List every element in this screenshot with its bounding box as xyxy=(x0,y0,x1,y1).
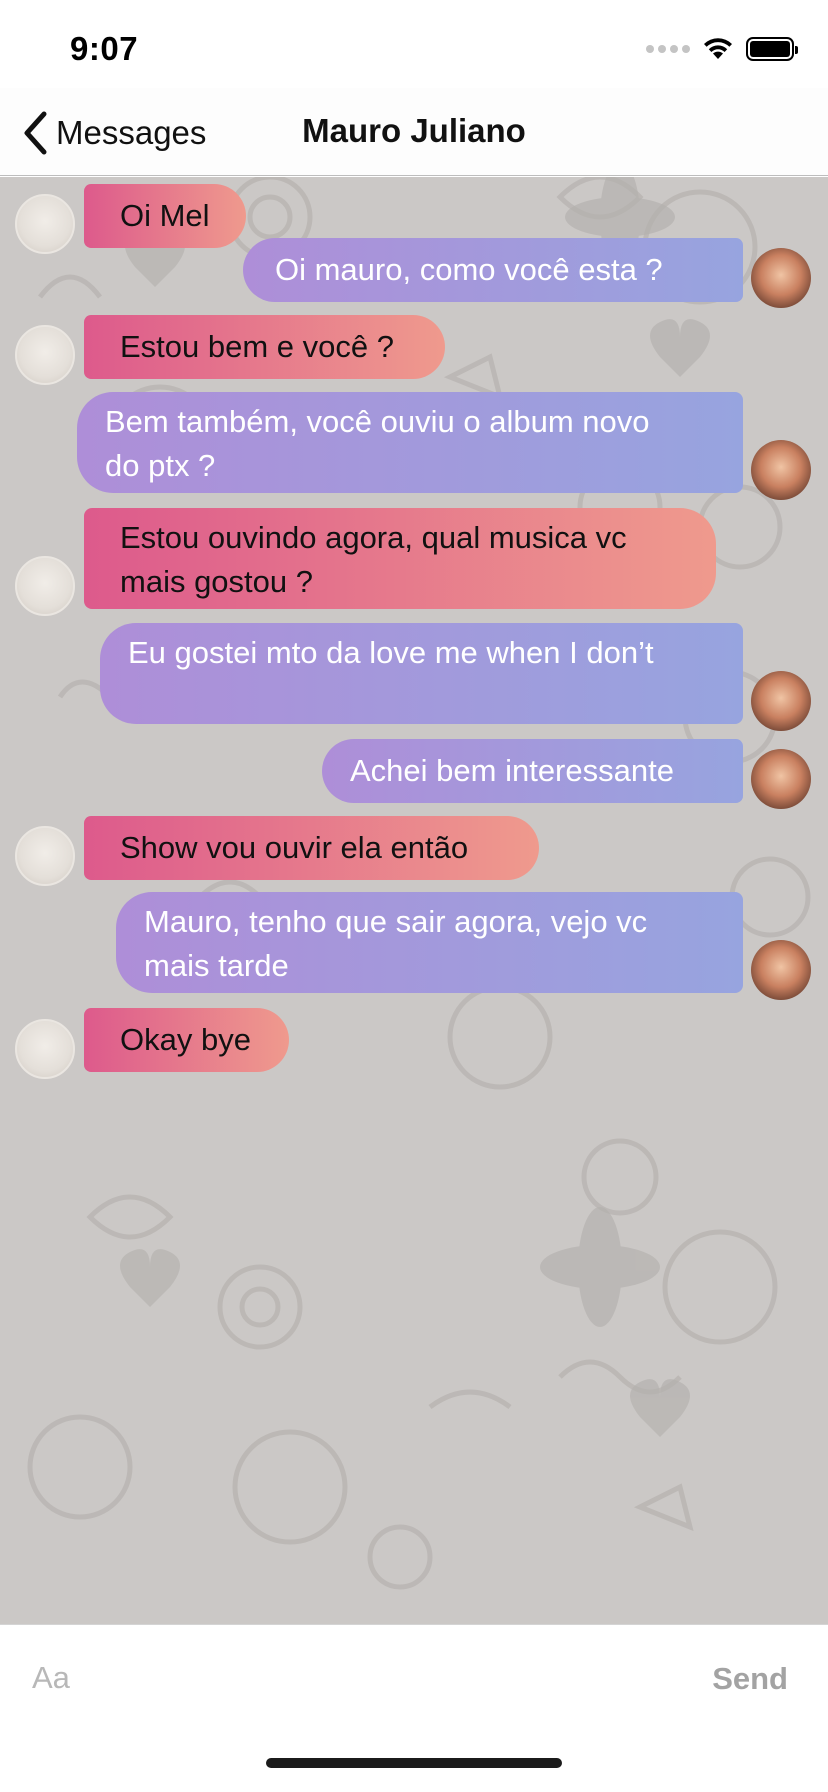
incoming-message[interactable]: Show vou ouvir ela então xyxy=(84,816,539,880)
message-text: mais tarde xyxy=(144,948,289,983)
message-input[interactable] xyxy=(32,1655,632,1701)
wifi-icon xyxy=(704,38,732,59)
message-text: Eu gostei mto da love me when I don’t xyxy=(128,635,654,670)
cellular-signal-icon xyxy=(646,45,690,53)
incoming-message[interactable]: Estou bem e você ? xyxy=(84,315,445,379)
status-bar: 9:07 xyxy=(0,0,828,88)
message-text: Show vou ouvir ela então xyxy=(120,830,469,865)
avatar xyxy=(751,749,811,809)
message-text: Oi mauro, como você esta ? xyxy=(275,252,663,287)
message-text: Okay bye xyxy=(120,1022,251,1057)
avatar xyxy=(751,440,811,500)
avatar xyxy=(15,325,75,385)
avatar xyxy=(15,556,75,616)
avatar xyxy=(15,826,75,886)
avatar xyxy=(15,1019,75,1079)
back-button[interactable]: Messages xyxy=(22,110,206,156)
outgoing-message[interactable]: Eu gostei mto da love me when I don’t xyxy=(100,623,743,724)
status-icons xyxy=(646,36,798,62)
message-text: Estou ouvindo agora, qual musica vc xyxy=(120,520,627,555)
avatar xyxy=(751,671,811,731)
home-indicator[interactable] xyxy=(266,1758,562,1768)
navigation-bar: Mauro Juliano Messages xyxy=(0,88,828,176)
chat-area[interactable]: Oi Mel Oi mauro, como você esta ? Estou … xyxy=(0,177,828,1624)
message-text: Achei bem interessante xyxy=(350,753,674,788)
send-button[interactable]: Send xyxy=(712,1661,788,1697)
avatar xyxy=(15,194,75,254)
message-text: Estou bem e você ? xyxy=(120,329,394,364)
back-button-label: Messages xyxy=(56,114,207,151)
incoming-message[interactable]: Okay bye xyxy=(84,1008,289,1072)
message-text: mais gostou ? xyxy=(120,564,313,599)
incoming-message[interactable]: Estou ouvindo agora, qual musica vc mais… xyxy=(84,508,716,609)
message-input-bar: Send xyxy=(0,1624,828,1792)
message-text: Mauro, tenho que sair agora, vejo vc xyxy=(144,904,648,939)
outgoing-message[interactable]: Achei bem interessante xyxy=(322,739,743,803)
outgoing-message[interactable]: Mauro, tenho que sair agora, vejo vc mai… xyxy=(116,892,743,993)
message-text: Bem também, você ouviu o album novo xyxy=(105,404,650,439)
incoming-message[interactable]: Oi Mel xyxy=(84,184,246,248)
outgoing-message[interactable]: Oi mauro, como você esta ? xyxy=(243,238,743,302)
message-text: Oi Mel xyxy=(120,198,210,233)
chevron-left-icon xyxy=(24,111,47,155)
avatar xyxy=(751,248,811,308)
outgoing-message[interactable]: Bem também, você ouviu o album novo do p… xyxy=(77,392,743,493)
avatar xyxy=(751,940,811,1000)
message-text: do ptx ? xyxy=(105,448,216,483)
battery-icon xyxy=(746,37,798,61)
status-time: 9:07 xyxy=(70,30,139,67)
